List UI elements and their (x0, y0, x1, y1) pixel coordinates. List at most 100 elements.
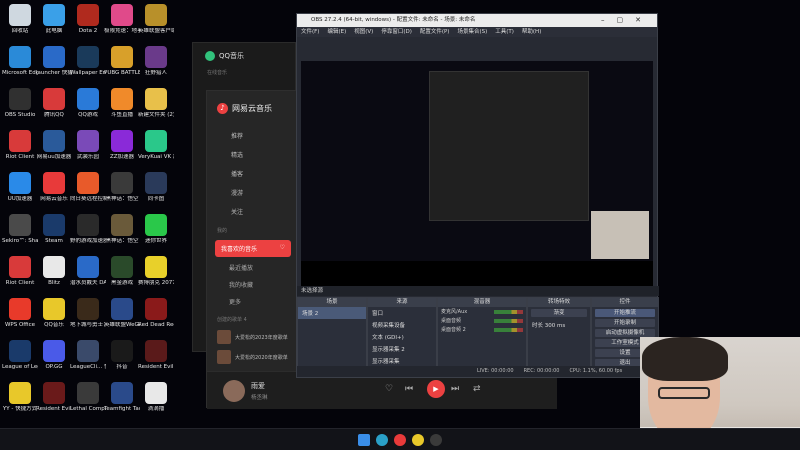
desktop-icon[interactable]: Riot Client (2, 130, 38, 160)
desktop-icon[interactable]: 抖音 (104, 340, 140, 370)
desktop-icon[interactable]: 同卡图 (138, 172, 174, 202)
desktop-icon[interactable]: Teamfight Tactics (104, 382, 140, 412)
volume-meter[interactable] (494, 327, 523, 332)
window-controls[interactable]: –▢✕ (601, 14, 653, 27)
nav-roam[interactable]: 漫游 (207, 183, 299, 202)
nav-follow[interactable]: 关注 (207, 202, 299, 221)
desktop-icon[interactable]: Microsoft Edge (2, 46, 38, 76)
play-button[interactable]: ▶ (427, 380, 445, 398)
desktop-icon[interactable]: 黑金游戏 (104, 256, 140, 286)
source-item[interactable]: 视频采集设备 (368, 319, 436, 331)
obs-preview[interactable] (301, 61, 653, 291)
duration-value[interactable]: 300 ms (545, 323, 565, 329)
desktop-icon[interactable]: Red Dead Redempti... (138, 298, 174, 328)
playlist-item[interactable]: 大爱松的2023年度歌单 (207, 327, 299, 347)
obs-menu-item[interactable]: 视图(V) (354, 27, 373, 37)
desktop-icon[interactable]: YY - 快捷方式 (2, 382, 38, 412)
desktop-icon[interactable]: 新建文件夹 (2) (138, 88, 174, 118)
prev-icon[interactable]: ⏮ (405, 384, 413, 394)
obs-window[interactable]: OBS 27.2.4 (64-bit, windows) - 配置文件: 未命名… (296, 13, 659, 378)
next-icon[interactable]: ⏭ (451, 384, 459, 394)
recent-play-item[interactable]: 最近播放 (207, 259, 299, 276)
transition-duration[interactable]: 时长 300 ms (528, 319, 590, 331)
obs-titlebar[interactable]: OBS 27.2.4 (64-bit, windows) - 配置文件: 未命名… (297, 14, 657, 27)
desktop-icon[interactable]: ZZ加速器 (104, 130, 140, 160)
desktop-icon[interactable]: Wallpaper Engine: ... (70, 46, 106, 76)
desktop-icon[interactable]: Riot Client (2, 256, 38, 286)
desktop-icon[interactable]: 黑神话：悟空 (104, 172, 140, 202)
desktop-icon[interactable]: 黑神话：悟空 (104, 214, 140, 244)
nav-recommend[interactable]: 推荐 (207, 126, 299, 145)
desktop-icon[interactable]: PUBG BATTLEGR... (104, 46, 140, 76)
desktop-icon[interactable]: Blitz (36, 256, 72, 286)
share-icon[interactable]: ⇄ (473, 384, 481, 394)
desktop-icon[interactable]: WPS Office (2, 298, 38, 328)
volume-meter[interactable] (494, 318, 523, 323)
desktop-icon[interactable]: Steam (36, 214, 72, 244)
control-button[interactable]: 开始录制 (595, 319, 655, 327)
nav-featured[interactable]: 精选 (207, 145, 299, 164)
edge-icon[interactable] (376, 434, 388, 446)
desktop-icon[interactable]: 潜水员戴夫 DAVE T... (70, 256, 106, 286)
desktop-icon[interactable]: Sekiro™: Shadow... (2, 214, 38, 244)
source-item[interactable]: 文本 (GDI+) (368, 331, 436, 343)
desktop-icon[interactable]: LeagueCli... 快捷方式 (70, 340, 106, 370)
desktop-icon[interactable]: 极限竞速：地平线 5 (104, 4, 140, 34)
album-art[interactable] (223, 380, 245, 402)
obs-menu-item[interactable]: 文件(F) (301, 27, 319, 37)
liked-music-item[interactable]: 我喜欢的音乐 ♡ (215, 240, 291, 257)
desktop-icon[interactable]: 赛博朋克 2077 (138, 256, 174, 286)
playlist-item[interactable]: 大爱松的2020年度歌单 (207, 347, 299, 367)
desktop-icon[interactable]: 斗鱼直播 (104, 88, 140, 118)
desktop-icon[interactable]: 网易云音乐 (36, 172, 72, 202)
desktop-icon[interactable]: UU加速器 (2, 172, 38, 202)
obs-menu-item[interactable]: 配置文件(P) (420, 27, 450, 37)
nav-podcast[interactable]: 播客 (207, 164, 299, 183)
obs-menu-item[interactable]: 工具(T) (495, 27, 514, 37)
obs-icon[interactable] (430, 434, 442, 446)
source-item[interactable]: 显示器采集 2 (368, 343, 436, 355)
control-button[interactable]: 开始推流 (595, 309, 655, 317)
source-item[interactable]: 窗口 (368, 307, 436, 319)
desktop-icon[interactable]: 野豹游戏加速器 (70, 214, 106, 244)
desktop-icon[interactable]: 此电脑 (36, 4, 72, 34)
netease-music-icon[interactable] (394, 434, 406, 446)
desktop-icon[interactable]: OP.GG (36, 340, 72, 370)
song-artist[interactable]: 杨丞琳 (251, 393, 268, 401)
more-item[interactable]: 更多 (207, 293, 299, 310)
desktop-icon[interactable]: Resident Evil Re... (138, 340, 174, 370)
desktop-icon[interactable]: League of Legends (2, 340, 38, 370)
desktop-icon[interactable]: Lethal Company (70, 382, 106, 412)
desktop-icon[interactable]: 回收站 (2, 4, 38, 34)
desktop-icon[interactable]: 网易uu加速器 (36, 130, 72, 160)
desktop-icon[interactable]: 腾讯QQ (36, 88, 72, 118)
favorites-item[interactable]: 我的收藏 (207, 276, 299, 293)
start-icon[interactable] (358, 434, 370, 446)
desktop-icon[interactable]: 武装乐园 (70, 130, 106, 160)
desktop-icon[interactable]: Resident Evil 4 (36, 382, 72, 412)
qqmusic-icon[interactable] (412, 434, 424, 446)
desktop-icon[interactable]: Dota 2 (70, 4, 106, 34)
created-playlists-header[interactable]: 创建的歌单 4 (207, 310, 299, 327)
desktop-icon[interactable]: 英雄联盟WeGame (104, 298, 140, 328)
control-button[interactable]: 启动虚拟摄像机 (595, 329, 655, 337)
desktop-icon[interactable]: QQ游戏 (70, 88, 106, 118)
desktop-icon[interactable]: VeryKuai VK 加速器 (138, 130, 174, 160)
desktop-icon[interactable]: QQ音乐 (36, 298, 72, 328)
scene-item[interactable]: 场景 2 (298, 307, 366, 319)
transition-type-select[interactable]: 渐变 (531, 309, 587, 317)
obs-menu-item[interactable]: 停靠窗口(D) (381, 27, 412, 37)
obs-menu-item[interactable]: 编辑(E) (327, 27, 346, 37)
volume-meter[interactable] (494, 309, 523, 314)
obs-menu-item[interactable]: 帮助(H) (522, 27, 541, 37)
desktop-icon[interactable]: 滴滴播 (138, 382, 174, 412)
like-icon[interactable]: ♡ (385, 384, 393, 394)
desktop-icon[interactable]: 地下城与勇士：创新世纪 (70, 298, 106, 328)
desktop-icon[interactable]: 狂野猎人 (138, 46, 174, 76)
desktop-icon[interactable]: 英雄联盟客户端 (138, 4, 174, 34)
obs-menu-item[interactable]: 场景集合(S) (457, 27, 487, 37)
desktop-icon[interactable]: OBS Studio (2, 88, 38, 118)
desktop-icon[interactable]: launcher 快捷方式 (36, 46, 72, 76)
desktop-icon[interactable]: 向日葵远程控制 (70, 172, 106, 202)
desktop-icon[interactable]: 迷你世界 (138, 214, 174, 244)
